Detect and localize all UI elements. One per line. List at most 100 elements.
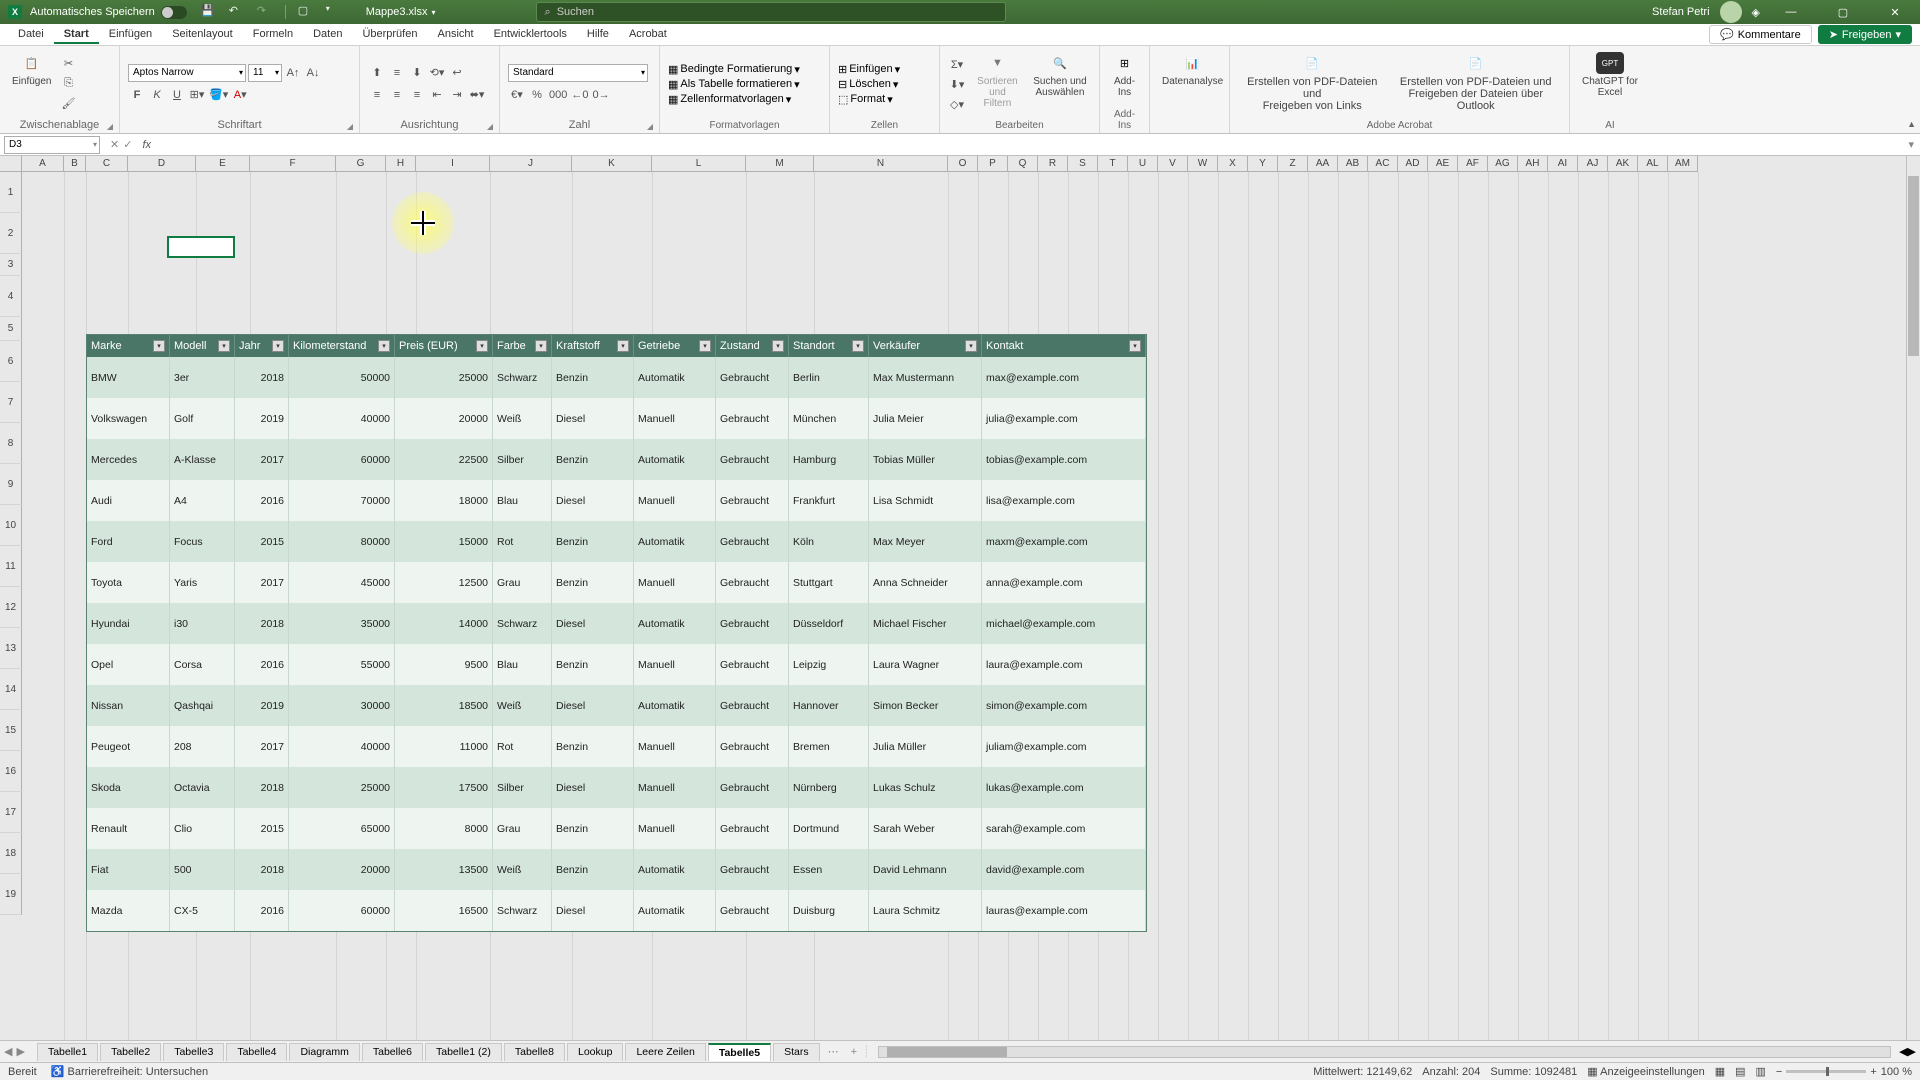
table-header[interactable]: Standort▾ (789, 335, 869, 357)
horizontal-scrollbar[interactable] (878, 1046, 1891, 1058)
column-header[interactable]: W (1188, 156, 1218, 172)
table-cell[interactable]: 20000 (395, 398, 493, 439)
table-cell[interactable]: A-Klasse (170, 439, 235, 480)
column-header[interactable]: M (746, 156, 814, 172)
row-header[interactable]: 16 (0, 751, 22, 792)
sheet-tab[interactable]: Tabelle8 (504, 1043, 565, 1061)
table-cell[interactable]: Julia Müller (869, 726, 982, 767)
table-cell[interactable]: Manuell (634, 398, 716, 439)
save-icon[interactable]: 💾 (201, 4, 217, 20)
scroll-left-icon[interactable]: ◀ (1899, 1045, 1907, 1058)
column-header[interactable]: AB (1338, 156, 1368, 172)
column-header[interactable]: Z (1278, 156, 1308, 172)
column-header[interactable]: AC (1368, 156, 1398, 172)
sheet-tab[interactable]: Tabelle1 (37, 1043, 98, 1061)
row-header[interactable]: 5 (0, 317, 22, 341)
increase-decimal-icon[interactable]: ←0 (570, 86, 589, 104)
align-right-icon[interactable]: ≡ (408, 86, 426, 104)
align-bottom-icon[interactable]: ⬇ (408, 64, 426, 82)
table-cell[interactable]: Julia Meier (869, 398, 982, 439)
table-cell[interactable]: Diesel (552, 480, 634, 521)
clear-icon[interactable]: ◇▾ (948, 95, 966, 113)
find-select-button[interactable]: 🔍Suchen und Auswählen (1029, 50, 1091, 118)
menu-datei[interactable]: Datei (8, 26, 54, 44)
table-cell[interactable]: 2019 (235, 685, 289, 726)
camera-icon[interactable]: ▢ (298, 4, 314, 20)
table-cell[interactable]: 2018 (235, 767, 289, 808)
table-cell[interactable]: Peugeot (87, 726, 170, 767)
table-cell[interactable]: Benzin (552, 808, 634, 849)
table-cell[interactable]: 25000 (289, 767, 395, 808)
table-cell[interactable]: 15000 (395, 521, 493, 562)
table-header[interactable]: Jahr▾ (235, 335, 289, 357)
filter-icon[interactable]: ▾ (1129, 340, 1141, 352)
table-cell[interactable]: Audi (87, 480, 170, 521)
table-cell[interactable]: 2017 (235, 439, 289, 480)
insert-cells-button[interactable]: ⊞ Einfügen ▾ (838, 63, 931, 76)
table-cell[interactable]: Diesel (552, 603, 634, 644)
menu-start[interactable]: Start (54, 26, 99, 44)
increase-font-icon[interactable]: A↑ (284, 64, 302, 82)
table-row[interactable]: FordFocus20158000015000RotBenzinAutomati… (87, 521, 1146, 562)
table-cell[interactable]: 18500 (395, 685, 493, 726)
table-cell[interactable]: 14000 (395, 603, 493, 644)
conditional-formatting-button[interactable]: ▦ Bedingte Formatierung ▾ (668, 63, 821, 76)
table-cell[interactable]: Gebraucht (716, 849, 789, 890)
font-name-select[interactable]: Aptos Narrow (128, 64, 246, 82)
table-cell[interactable]: Michael Fischer (869, 603, 982, 644)
table-cell[interactable]: juliam@example.com (982, 726, 1146, 767)
table-cell[interactable]: Hyundai (87, 603, 170, 644)
decrease-decimal-icon[interactable]: 0→ (591, 86, 610, 104)
table-cell[interactable]: 2016 (235, 890, 289, 931)
table-cell[interactable]: Frankfurt (789, 480, 869, 521)
column-header[interactable]: AA (1308, 156, 1338, 172)
filter-icon[interactable]: ▾ (852, 340, 864, 352)
user-name[interactable]: Stefan Petri (1652, 6, 1709, 18)
table-cell[interactable]: Mercedes (87, 439, 170, 480)
sheet-tab[interactable]: Stars (773, 1043, 820, 1061)
table-cell[interactable]: Gebraucht (716, 603, 789, 644)
font-size-select[interactable]: 11 (248, 64, 282, 82)
table-row[interactable]: Peugeot20820174000011000RotBenzinManuell… (87, 726, 1146, 767)
share-button[interactable]: ➤ Freigeben ▾ (1818, 25, 1912, 44)
row-header[interactable]: 9 (0, 464, 22, 505)
row-header[interactable]: 1 (0, 172, 22, 213)
table-cell[interactable]: Benzin (552, 644, 634, 685)
table-header[interactable]: Zustand▾ (716, 335, 789, 357)
table-cell[interactable]: Tobias Müller (869, 439, 982, 480)
table-cell[interactable]: Silber (493, 767, 552, 808)
table-cell[interactable]: Manuell (634, 808, 716, 849)
name-box[interactable]: D3 (4, 136, 100, 154)
table-cell[interactable]: 2017 (235, 562, 289, 603)
row-header[interactable]: 11 (0, 546, 22, 587)
table-cell[interactable]: Clio (170, 808, 235, 849)
cell-styles-button[interactable]: ▦ Zellenformatvorlagen ▾ (668, 93, 821, 106)
table-cell[interactable]: Renault (87, 808, 170, 849)
table-row[interactable]: Hyundaii3020183500014000SchwarzDieselAut… (87, 603, 1146, 644)
filter-icon[interactable]: ▾ (378, 340, 390, 352)
table-header[interactable]: Kilometerstand▾ (289, 335, 395, 357)
table-cell[interactable]: 80000 (289, 521, 395, 562)
table-cell[interactable]: 16500 (395, 890, 493, 931)
column-header[interactable]: AJ (1578, 156, 1608, 172)
sheet-nav-next-icon[interactable]: ▶ (16, 1045, 24, 1058)
column-header[interactable]: P (978, 156, 1008, 172)
table-cell[interactable]: Weiß (493, 398, 552, 439)
table-cell[interactable]: BMW (87, 357, 170, 398)
table-cell[interactable]: michael@example.com (982, 603, 1146, 644)
table-cell[interactable]: Anna Schneider (869, 562, 982, 603)
accessibility-status[interactable]: ♿ Barrierefreiheit: Untersuchen (51, 1065, 208, 1078)
table-header[interactable]: Kraftstoff▾ (552, 335, 634, 357)
table-cell[interactable]: Rot (493, 521, 552, 562)
row-header[interactable]: 19 (0, 874, 22, 915)
table-cell[interactable]: Gebraucht (716, 480, 789, 521)
table-cell[interactable]: Hannover (789, 685, 869, 726)
table-cell[interactable]: Corsa (170, 644, 235, 685)
column-header[interactable]: F (250, 156, 336, 172)
column-header[interactable]: X (1218, 156, 1248, 172)
table-cell[interactable]: Simon Becker (869, 685, 982, 726)
table-cell[interactable]: 55000 (289, 644, 395, 685)
table-cell[interactable]: Gebraucht (716, 685, 789, 726)
table-cell[interactable]: Benzin (552, 726, 634, 767)
maximize-button[interactable]: ▢ (1822, 0, 1864, 24)
